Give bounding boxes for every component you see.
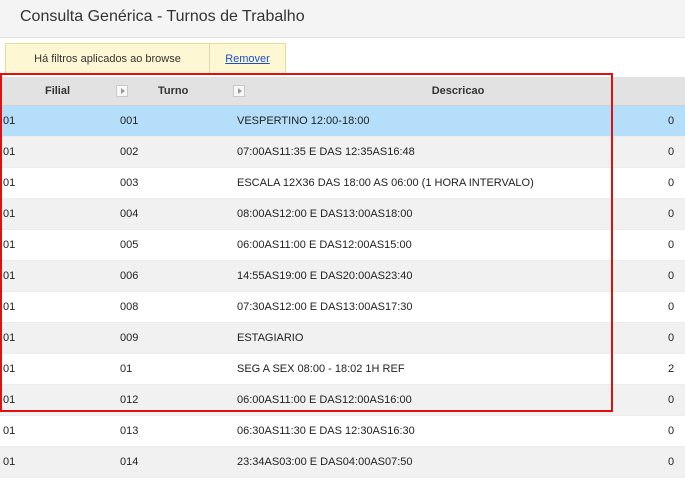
results-grid: Filial Turno Descricao 01 001 VESPERTINO 1… — [0, 77, 685, 478]
sort-arrow-icon[interactable] — [116, 85, 128, 97]
cell-truncated-column: 0 — [668, 270, 675, 282]
table-row[interactable]: 01 012 06:00AS11:00 E DAS12:00AS16:00 0 — [0, 385, 685, 416]
cell-turno: 002 — [120, 146, 139, 158]
cell-truncated-column: 0 — [668, 177, 675, 189]
cell-filial: 01 — [3, 146, 16, 158]
cell-turno: 012 — [120, 394, 139, 406]
table-row[interactable]: 01 01 SEG A SEX 08:00 - 18:02 1H REF 2 — [0, 354, 685, 385]
cell-turno: 009 — [120, 332, 139, 344]
cell-descricao: 08:00AS12:00 E DAS13:00AS18:00 — [237, 208, 413, 220]
cell-filial: 01 — [3, 115, 16, 127]
cell-descricao: 06:00AS11:00 E DAS12:00AS15:00 — [237, 239, 412, 251]
window-title: Consulta Genérica - Turnos de Trabalho — [20, 8, 305, 25]
cell-descricao: SEG A SEX 08:00 - 18:02 1H REF — [237, 363, 405, 375]
grid-header: Filial Turno Descricao — [0, 77, 685, 106]
cell-descricao: ESCALA 12X36 DAS 18:00 AS 06:00 (1 HORA … — [237, 177, 534, 189]
cell-truncated-column: 0 — [668, 208, 675, 220]
grid-body: 01 001 VESPERTINO 12:00-18:00 0 01 002 07:00AS… — [0, 106, 685, 478]
cell-descricao: VESPERTINO 12:00-18:00 — [237, 115, 370, 127]
table-row[interactable]: 01 008 07:30AS12:00 E DAS13:00AS17:30 0 — [0, 292, 685, 323]
cell-descricao: ESTAGIARIO — [237, 332, 304, 344]
table-row[interactable]: 01 014 23:34AS03:00 E DAS04:00AS07:50 0 — [0, 447, 685, 478]
table-row[interactable]: 01 003 ESCALA 12X36 DAS 18:00 AS 06:00 (1 … — [0, 168, 685, 199]
cell-descricao: 06:00AS11:00 E DAS12:00AS16:00 — [237, 394, 412, 406]
cell-filial: 01 — [3, 456, 16, 468]
table-row[interactable]: 01 013 06:30AS11:30 E DAS 12:30AS16:30 0 — [0, 416, 685, 447]
filter-message: Há filtros aplicados ao browse — [6, 44, 210, 74]
cell-truncated-column: 2 — [668, 363, 675, 375]
cell-descricao: 07:30AS12:00 E DAS13:00AS17:30 — [237, 301, 413, 313]
table-row[interactable]: 01 009 ESTAGIARIO 0 — [0, 323, 685, 354]
cell-filial: 01 — [3, 394, 16, 406]
cell-turno: 006 — [120, 270, 139, 282]
column-header-filial[interactable]: Filial — [0, 77, 115, 105]
cell-descricao: 06:30AS11:30 E DAS 12:30AS16:30 — [237, 425, 415, 437]
cell-filial: 01 — [3, 270, 16, 282]
cell-filial: 01 — [3, 208, 16, 220]
cell-filial: 01 — [3, 177, 16, 189]
cell-turno: 001 — [120, 115, 139, 127]
cell-truncated-column: 0 — [668, 146, 675, 158]
filter-notice-bar: Há filtros aplicados ao browse Remover — [5, 43, 286, 74]
table-row[interactable]: 01 002 07:00AS11:35 E DAS 12:35AS16:48 0 — [0, 137, 685, 168]
cell-filial: 01 — [3, 332, 16, 344]
window-title-bar: Consulta Genérica - Turnos de Trabalho — [0, 0, 685, 38]
table-row[interactable]: 01 005 06:00AS11:00 E DAS12:00AS15:00 0 — [0, 230, 685, 261]
column-header-turno[interactable]: Turno — [132, 77, 230, 105]
table-row[interactable]: 01 004 08:00AS12:00 E DAS13:00AS18:00 0 — [0, 199, 685, 230]
cell-turno: 003 — [120, 177, 139, 189]
cell-turno: 01 — [120, 363, 133, 375]
cell-filial: 01 — [3, 301, 16, 313]
cell-turno: 004 — [120, 208, 139, 220]
cell-truncated-column: 0 — [668, 239, 675, 251]
remove-filter-link[interactable]: Remover — [210, 44, 285, 74]
table-row[interactable]: 01 001 VESPERTINO 12:00-18:00 0 — [0, 106, 685, 137]
cell-truncated-column: 0 — [668, 394, 675, 406]
cell-truncated-column: 0 — [668, 425, 675, 437]
cell-descricao: 14:55AS19:00 E DAS20:00AS23:40 — [237, 270, 413, 282]
cell-filial: 01 — [3, 239, 16, 251]
cell-turno: 005 — [120, 239, 139, 251]
cell-truncated-column: 0 — [668, 115, 675, 127]
cell-filial: 01 — [3, 363, 16, 375]
cell-turno: 013 — [120, 425, 139, 437]
cell-turno: 008 — [120, 301, 139, 313]
cell-descricao: 07:00AS11:35 E DAS 12:35AS16:48 — [237, 146, 415, 158]
column-header-descricao[interactable]: Descricao — [248, 77, 668, 105]
cell-truncated-column: 0 — [668, 332, 675, 344]
cell-descricao: 23:34AS03:00 E DAS04:00AS07:50 — [237, 456, 413, 468]
table-row[interactable]: 01 006 14:55AS19:00 E DAS20:00AS23:40 0 — [0, 261, 685, 292]
cell-truncated-column: 0 — [668, 456, 675, 468]
cell-filial: 01 — [3, 425, 16, 437]
cell-truncated-column: 0 — [668, 301, 675, 313]
cell-turno: 014 — [120, 456, 139, 468]
sort-arrow-icon[interactable] — [233, 85, 245, 97]
